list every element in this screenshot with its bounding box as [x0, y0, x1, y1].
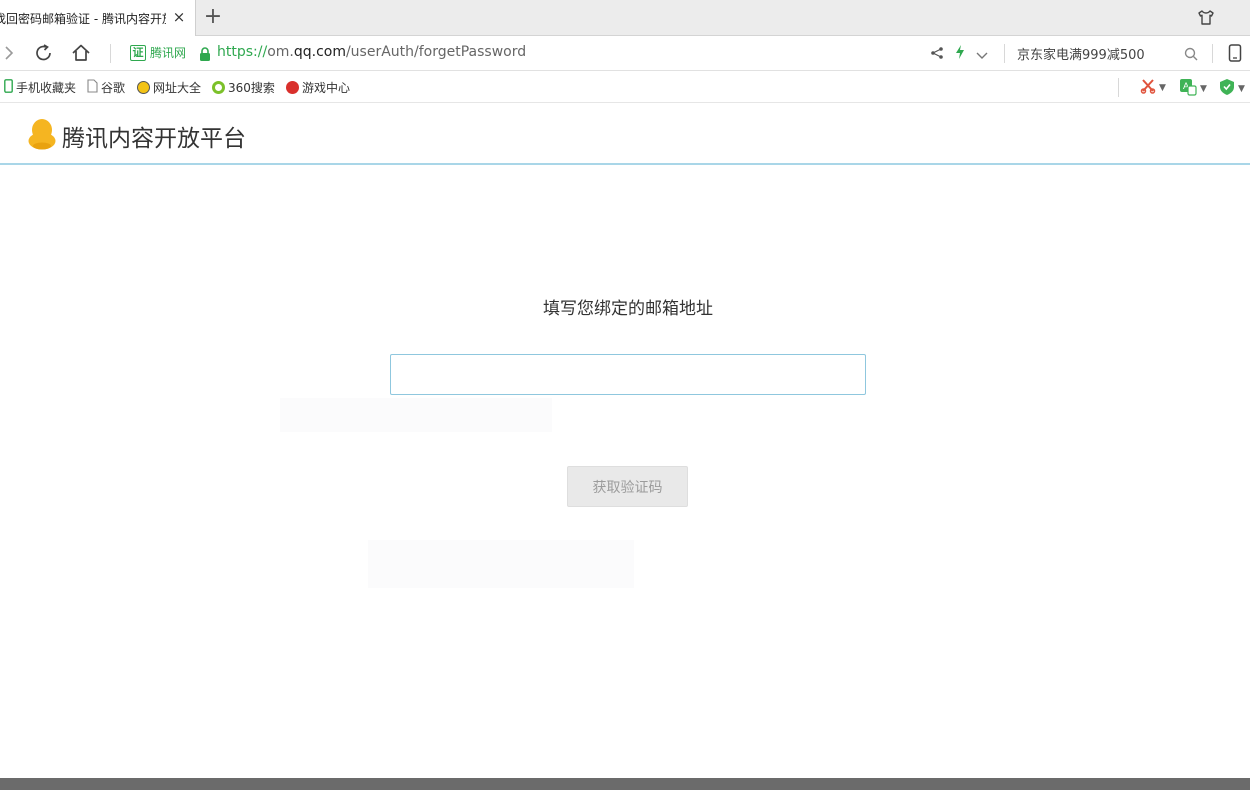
- phone-icon: [4, 79, 13, 96]
- url-field[interactable]: https://om.qq.com/userAuth/forgetPasswor…: [217, 44, 526, 60]
- email-field[interactable]: [390, 354, 866, 395]
- home-icon[interactable]: [70, 42, 92, 64]
- divider: [1118, 78, 1119, 97]
- bottom-bar: [0, 778, 1250, 790]
- get-verification-code-button[interactable]: 获取验证码: [567, 466, 688, 507]
- translate-menu[interactable]: A ▼: [1179, 78, 1207, 100]
- bookmark-label: 谷歌: [101, 81, 126, 95]
- address-toolbar: 证 腾讯网 https://om.qq.com/userAuth/forgetP…: [0, 36, 1250, 71]
- url-domain: qq.com: [293, 44, 346, 60]
- divider: [1004, 44, 1005, 63]
- close-tab-icon[interactable]: ×: [171, 9, 187, 25]
- lightning-icon[interactable]: [954, 44, 966, 64]
- bookmark-item[interactable]: 游戏中心: [286, 79, 350, 96]
- chevron-down-icon[interactable]: [976, 45, 988, 64]
- shield-icon: [1219, 78, 1235, 100]
- new-tab-button[interactable]: +: [202, 6, 224, 28]
- search-icon[interactable]: [1184, 46, 1198, 61]
- site-certificate-badge[interactable]: 证 腾讯网: [130, 44, 186, 61]
- notice-area: [368, 540, 634, 588]
- search360-icon: [212, 81, 225, 94]
- refresh-icon[interactable]: [33, 42, 55, 64]
- bookmarks-bar: 手机收藏夹 谷歌 网址大全 360搜索 游戏中心 ▼ A ▼ ▼: [0, 72, 1250, 103]
- site-logo[interactable]: 腾讯内容开放平台: [26, 117, 246, 155]
- bookmark-item[interactable]: 网址大全: [137, 79, 201, 96]
- hint-area: [280, 398, 552, 432]
- game-icon: [286, 81, 299, 94]
- caret-down-icon: ▼: [1159, 83, 1166, 93]
- scissors-icon: [1140, 78, 1156, 98]
- search-suggestion[interactable]: 京东家电满999减500: [1017, 44, 1145, 63]
- bookmark-item[interactable]: 谷歌: [87, 79, 125, 96]
- security-menu[interactable]: ▼: [1219, 78, 1245, 100]
- divider: [1212, 44, 1213, 63]
- certificate-icon: 证: [130, 44, 146, 61]
- bookmark-item[interactable]: 360搜索: [212, 79, 275, 96]
- share-icon[interactable]: [930, 45, 944, 64]
- caret-down-icon: ▼: [1200, 84, 1207, 94]
- divider: [110, 44, 111, 63]
- bookmark-label: 360搜索: [228, 81, 275, 95]
- site-name: 腾讯内容开放平台: [62, 126, 246, 152]
- site-header: 腾讯内容开放平台: [0, 103, 1250, 165]
- tab-strip: 找回密码邮箱验证 - 腾讯内容开放平台 × +: [0, 0, 1250, 36]
- scissors-menu[interactable]: ▼: [1140, 78, 1166, 98]
- mobile-icon[interactable]: [1228, 44, 1242, 62]
- qq-penguin-icon: [26, 117, 58, 155]
- lock-icon: [199, 46, 211, 61]
- bookmark-label: 手机收藏夹: [16, 81, 77, 95]
- nav-site-icon: [137, 81, 150, 94]
- translate-icon: A: [1179, 78, 1197, 100]
- bookmark-label: 游戏中心: [302, 81, 351, 95]
- page-title: 填写您绑定的邮箱地址: [543, 299, 713, 319]
- page-icon: [87, 79, 98, 96]
- bookmark-item[interactable]: 手机收藏夹: [4, 79, 76, 96]
- url-scheme: https://: [217, 44, 268, 60]
- url-path: /userAuth/forgetPassword: [345, 44, 527, 60]
- forward-icon[interactable]: [0, 42, 20, 64]
- url-prefix: om.: [267, 44, 294, 60]
- shirt-icon[interactable]: [1196, 8, 1216, 28]
- caret-down-icon: ▼: [1238, 84, 1245, 94]
- browser-tab-active[interactable]: 找回密码邮箱验证 - 腾讯内容开放平台 ×: [0, 0, 196, 36]
- certificate-label: 腾讯网: [150, 46, 187, 60]
- address-actions: [930, 44, 988, 64]
- tab-title: 找回密码邮箱验证 - 腾讯内容开放平台: [0, 11, 166, 26]
- bookmark-label: 网址大全: [153, 81, 202, 95]
